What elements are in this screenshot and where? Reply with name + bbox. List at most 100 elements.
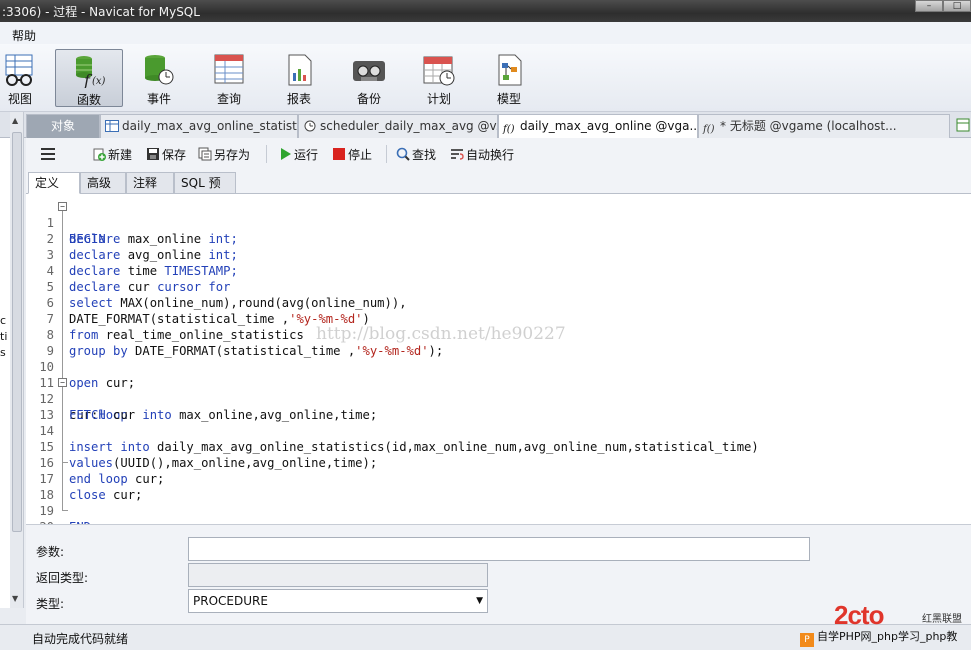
word-wrap-icon (451, 149, 464, 160)
toolbar-event-button[interactable]: 事件 (127, 49, 191, 107)
toolbar-schedule-button[interactable]: 计划 (407, 49, 471, 107)
svg-text:(x): (x) (92, 76, 106, 87)
minimize-button[interactable]: – (915, 0, 943, 12)
site-logo: 2cto 红黑联盟 (834, 600, 971, 630)
left-strip-text: s (0, 346, 6, 359)
tab-daily-max-avg-online[interactable]: f() daily_max_avg_online @vga... (498, 114, 698, 138)
word-wrap-button-label: 自动换行 (466, 148, 515, 162)
toolbar-report-button[interactable]: 报表 (267, 49, 331, 107)
toolbar-query-label: 查询 (216, 92, 241, 106)
left-strip-text: c (0, 314, 7, 327)
collapse-icon[interactable]: − (58, 378, 67, 387)
toolbar-model-button[interactable]: 模型 (477, 49, 541, 107)
subtab-comment[interactable]: 注释 (126, 172, 174, 194)
menu-icon[interactable] (40, 147, 56, 161)
scroll-down-icon[interactable]: ▼ (12, 594, 18, 603)
table-icon (105, 120, 119, 132)
find-button[interactable]: 查找 (396, 146, 436, 163)
vertical-scrollbar[interactable]: ▲ ▼ (10, 112, 24, 608)
type-select-value: PROCEDURE (193, 594, 268, 608)
toolbar-backup-button[interactable]: 备份 (337, 49, 401, 107)
save-button[interactable]: 保存 (146, 146, 186, 163)
object-panel-edge: c ti s (0, 138, 10, 608)
chevron-down-icon: ▼ (476, 596, 483, 606)
return-type-input (188, 563, 488, 587)
tab-daily-max-avg-online-statistics[interactable]: daily_max_avg_online_statist... (100, 114, 298, 138)
code-line: 7 DATE_FORMAT(statistical_time ,'%y-%m-%d… (46, 312, 370, 326)
left-strip-text: ti (0, 330, 8, 343)
toolbar-function-label: 函数 (76, 93, 101, 107)
toolbar-view-label: 视图 (7, 92, 32, 106)
document-tabs: 对象 daily_max_avg_online_statist... sched… (0, 112, 971, 138)
code-line: 18 close cur; (39, 488, 143, 502)
code-line: 17 end loop cur; (26, 455, 971, 486)
new-button[interactable]: 新建 (92, 146, 132, 163)
save-icon (147, 148, 159, 160)
window-title: :3306) - 过程 - Navicat for MySQL (2, 5, 200, 19)
subtab-definition[interactable]: 定义 (28, 172, 80, 194)
editor-toolbar: 新建 保存 另存为 运行 停止 查找 自动换行 (26, 138, 971, 170)
tab-label: daily_max_avg_online @vga... (520, 119, 698, 133)
code-line: 5 declare cur cursor for (46, 280, 231, 294)
code-line: 10 (39, 360, 54, 374)
procedure-icon: f() (503, 124, 515, 135)
status-text: 自动完成代码就绪 (32, 632, 129, 646)
type-select[interactable]: PROCEDURE ▼ (188, 589, 488, 613)
toolbar-schedule-label: 计划 (426, 92, 451, 106)
schedule-icon (423, 56, 455, 86)
php-icon: P (800, 633, 814, 647)
toolbar-backup-label: 备份 (356, 92, 381, 106)
params-input[interactable] (188, 537, 810, 561)
toolbar-view-button[interactable]: 视图 (0, 49, 52, 107)
clock-icon (304, 120, 316, 132)
run-button[interactable]: 运行 (278, 146, 318, 163)
new-button-label: 新建 (108, 148, 133, 162)
tab-label: * 无标题 @vgame (localhost... (720, 119, 897, 133)
tab-objects[interactable]: 对象 (26, 114, 100, 138)
save-as-button[interactable]: 另存为 (198, 146, 250, 163)
new-icon (93, 148, 106, 161)
subtab-advanced[interactable]: 高级 (80, 172, 126, 194)
scroll-up-icon[interactable]: ▲ (12, 116, 18, 125)
definition-subtabs: 定义 高级 注释 SQL 预览 (26, 170, 971, 210)
toolbar-query-button[interactable]: 查询 (197, 49, 261, 107)
code-editor[interactable]: 1− BEGIN 2 declare max_online int; 3 decla… (26, 194, 971, 534)
event-icon (145, 55, 174, 85)
code-line: 19 (39, 504, 54, 518)
play-icon (281, 148, 291, 160)
run-button-label: 运行 (294, 148, 319, 162)
menu-help[interactable]: 帮助 (12, 27, 36, 44)
code-line: 4 declare time TIMESTAMP; (46, 264, 238, 278)
toolbar-report-label: 报表 (286, 92, 311, 106)
maximize-button[interactable]: □ (943, 0, 971, 12)
toolbar-event-label: 事件 (146, 92, 171, 106)
code-line: 14 (39, 424, 54, 438)
stop-button[interactable]: 停止 (332, 146, 372, 163)
tab-untitled[interactable]: f() * 无标题 @vgame (localhost... (698, 114, 950, 138)
collapse-icon[interactable]: − (58, 202, 67, 211)
save-button-label: 保存 (162, 148, 187, 162)
scrollbar-thumb[interactable] (12, 132, 22, 532)
subtab-sql-preview[interactable]: SQL 预览 (174, 172, 236, 210)
code-line: 16 values(UUID(),max_online,avg_online,ti… (39, 456, 378, 470)
toolbar-function-button[interactable]: f (x) 函数 (55, 49, 123, 107)
search-icon (396, 147, 410, 161)
model-icon (498, 54, 522, 86)
code-line: 13 FETCH cur into max_online,avg_online,t… (39, 408, 378, 422)
menu-bar: 帮助 (0, 22, 971, 44)
report-icon (288, 54, 312, 86)
tab-label: daily_max_avg_online_statist... (122, 119, 298, 133)
tab-scheduler-daily-max-avg[interactable]: scheduler_daily_max_avg @v... (298, 114, 498, 138)
word-wrap-button[interactable]: 自动换行 (450, 146, 514, 163)
new-tab-icon[interactable] (956, 118, 970, 132)
watermark: http://blog.csdn.net/he90227 (316, 324, 566, 344)
query-icon (214, 54, 244, 84)
toolbar-separator (266, 145, 267, 163)
return-type-label: 返回类型: (36, 571, 89, 585)
window-controls: – □ (915, 0, 971, 12)
code-line: 12− cur:loop (39, 378, 128, 422)
logo-subtext: 红黑联盟 (922, 614, 962, 625)
code-line: 1− BEGIN (46, 202, 106, 246)
code-line: 6 select MAX(online_num),round(avg(online… (46, 296, 407, 310)
params-label: 参数: (36, 545, 65, 559)
